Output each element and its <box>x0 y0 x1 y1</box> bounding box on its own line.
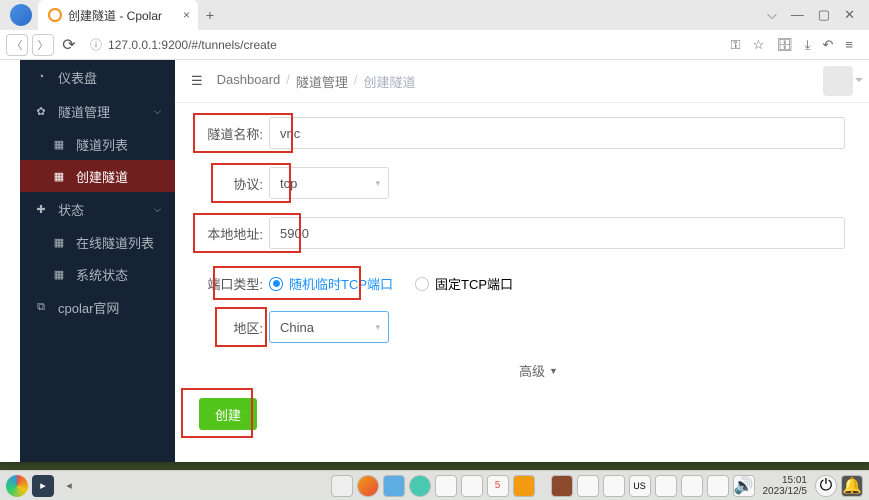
close-tab-icon[interactable]: × <box>183 8 190 22</box>
tunnel-name-input[interactable] <box>269 117 845 149</box>
star-icon[interactable]: ☆ <box>753 37 765 53</box>
back-button[interactable]: 〈 <box>6 34 28 56</box>
refresh-button[interactable]: ⟳ <box>58 35 80 55</box>
nav-bar: 〈 〉 ⟳ ⓘ 127.0.0.1:9200/#/tunnels/create … <box>0 30 869 60</box>
page-header: ☰ Dashboard / 隧道管理 / 创建隧道 <box>175 60 869 103</box>
sidebar-item-dashboard[interactable]: ◔ 仪表盘 <box>20 60 175 94</box>
taskbar-app[interactable] <box>655 475 677 497</box>
undo-icon[interactable]: ↶ <box>823 37 834 53</box>
menu-icon[interactable]: ≡ <box>845 37 853 53</box>
url-text: 127.0.0.1:9200/#/tunnels/create <box>108 38 277 52</box>
breadcrumb: Dashboard / 隧道管理 / 创建隧道 <box>217 72 416 91</box>
forward-button[interactable]: 〉 <box>32 34 54 56</box>
dropdown-icon[interactable]: ⌵ <box>767 7 777 23</box>
lock-icon[interactable]: 🗄 <box>776 37 793 53</box>
create-button[interactable]: 创建 <box>199 398 257 430</box>
taskbar-app[interactable] <box>461 475 483 497</box>
radio-random-port[interactable]: 随机临时TCP端口 <box>269 274 393 293</box>
local-addr-input[interactable] <box>269 217 845 249</box>
grid-icon: ▦ <box>52 138 66 151</box>
taskbar-app[interactable] <box>551 475 573 497</box>
browser-logo-icon <box>10 4 32 26</box>
maximize-icon[interactable]: ▢ <box>818 7 830 23</box>
radio-icon <box>269 277 283 291</box>
sidebar-item-tunnel-mgmt[interactable]: ✿ 隧道管理 ⌵ <box>20 94 175 128</box>
taskbar-app[interactable] <box>331 475 353 497</box>
info-icon: ⓘ <box>90 36 102 53</box>
taskbar-app[interactable] <box>383 475 405 497</box>
label-protocol: 协议: <box>199 174 269 193</box>
cpolar-favicon-icon <box>48 8 62 22</box>
terminal-icon[interactable]: ▸ <box>32 475 54 497</box>
chevron-down-icon: ▾ <box>375 178 380 189</box>
taskbar-app[interactable]: US <box>629 475 651 497</box>
menu-toggle-icon[interactable]: ☰ <box>191 73 203 89</box>
taskbar-app[interactable] <box>681 475 703 497</box>
crumb-tunnel-mgmt[interactable]: 隧道管理 <box>296 72 348 91</box>
protocol-select[interactable]: tcp ▾ <box>269 167 389 199</box>
calendar-icon[interactable]: 5 <box>487 475 509 497</box>
close-window-icon[interactable]: ✕ <box>844 7 855 23</box>
gear-icon: ✿ <box>34 105 48 118</box>
chevron-down-icon: ⌵ <box>154 106 161 117</box>
browser-tab[interactable]: 创建隧道 - Cpolar × <box>38 0 198 30</box>
tab-title: 创建隧道 - Cpolar <box>68 7 162 24</box>
dashboard-icon: ◔ <box>34 71 48 83</box>
label-local-addr: 本地地址: <box>199 224 269 243</box>
caret-down-icon: ▼ <box>549 366 558 376</box>
main-area: ☰ Dashboard / 隧道管理 / 创建隧道 隧道名称: <box>175 60 869 462</box>
tab-bar: 创建隧道 - Cpolar × + ⌵ — ▢ ✕ <box>0 0 869 30</box>
url-bar[interactable]: ⓘ 127.0.0.1:9200/#/tunnels/create <box>84 36 717 53</box>
taskbar-app[interactable] <box>603 475 625 497</box>
chevron-down-icon: ▾ <box>375 322 380 333</box>
sidebar-item-tunnel-list[interactable]: ▦ 隧道列表 <box>20 128 175 160</box>
taskbar-app[interactable] <box>357 475 379 497</box>
notification-icon[interactable]: 🔔 <box>841 475 863 497</box>
advanced-toggle[interactable]: 高级 ▼ <box>519 361 558 380</box>
chevron-down-icon: ⌵ <box>154 204 161 215</box>
user-avatar[interactable] <box>823 66 853 96</box>
taskbar-app[interactable] <box>577 475 599 497</box>
grid-icon: ▦ <box>52 236 66 249</box>
radio-icon <box>415 277 429 291</box>
browser-window: 创建隧道 - Cpolar × + ⌵ — ▢ ✕ 〈 〉 ⟳ ⓘ 127.0.… <box>0 0 869 462</box>
taskbar-app[interactable] <box>707 475 729 497</box>
label-region: 地区: <box>199 318 269 337</box>
sidebar-item-system-status[interactable]: ▦ 系统状态 <box>20 258 175 290</box>
sidebar-item-status[interactable]: ✚ 状态 ⌵ <box>20 192 175 226</box>
taskbar-clock[interactable]: 15:01 2023/12/5 <box>759 475 812 497</box>
taskbar-app[interactable] <box>435 475 457 497</box>
grid-icon: ▦ <box>52 268 66 281</box>
volume-icon[interactable]: 🔊 <box>733 475 755 497</box>
tray-arrow-icon[interactable]: ◂ <box>58 475 80 497</box>
key-icon[interactable]: ⚿ <box>731 37 741 53</box>
crumb-create-tunnel: 创建隧道 <box>364 72 416 91</box>
plus-icon: ✚ <box>34 203 48 216</box>
start-menu-icon[interactable] <box>6 475 28 497</box>
sidebar-item-cpolar-site[interactable]: ⧉ cpolar官网 <box>20 290 175 324</box>
region-select[interactable]: China ▾ <box>269 311 389 343</box>
sidebar-item-create-tunnel[interactable]: ▦ 创建隧道 <box>20 160 175 192</box>
radio-fixed-port[interactable]: 固定TCP端口 <box>415 274 513 293</box>
power-icon[interactable]: ⏻ <box>815 475 837 497</box>
taskbar-app[interactable] <box>513 475 535 497</box>
grid-icon: ▦ <box>52 170 66 183</box>
crumb-dashboard[interactable]: Dashboard <box>217 72 281 91</box>
create-tunnel-form: 隧道名称: 协议: tcp ▾ 本地地址: <box>175 103 869 462</box>
label-name: 隧道名称: <box>199 124 269 143</box>
label-port-type: 端口类型: <box>199 274 269 293</box>
sidebar: ◔ 仪表盘 ✿ 隧道管理 ⌵ ▦ 隧道列表 ▦ 创建隧道 ✚ 状态 ⌵ <box>20 60 175 462</box>
sidebar-item-online-tunnels[interactable]: ▦ 在线隧道列表 <box>20 226 175 258</box>
minimize-icon[interactable]: — <box>791 7 804 23</box>
taskbar-app[interactable] <box>409 475 431 497</box>
new-tab-button[interactable]: + <box>198 7 222 23</box>
external-link-icon: ⧉ <box>34 301 48 314</box>
download-icon[interactable]: ⤓ <box>805 37 811 53</box>
taskbar: ▸ ◂ 5 US 🔊 15:01 2023/12/5 ⏻ 🔔 <box>0 470 869 500</box>
